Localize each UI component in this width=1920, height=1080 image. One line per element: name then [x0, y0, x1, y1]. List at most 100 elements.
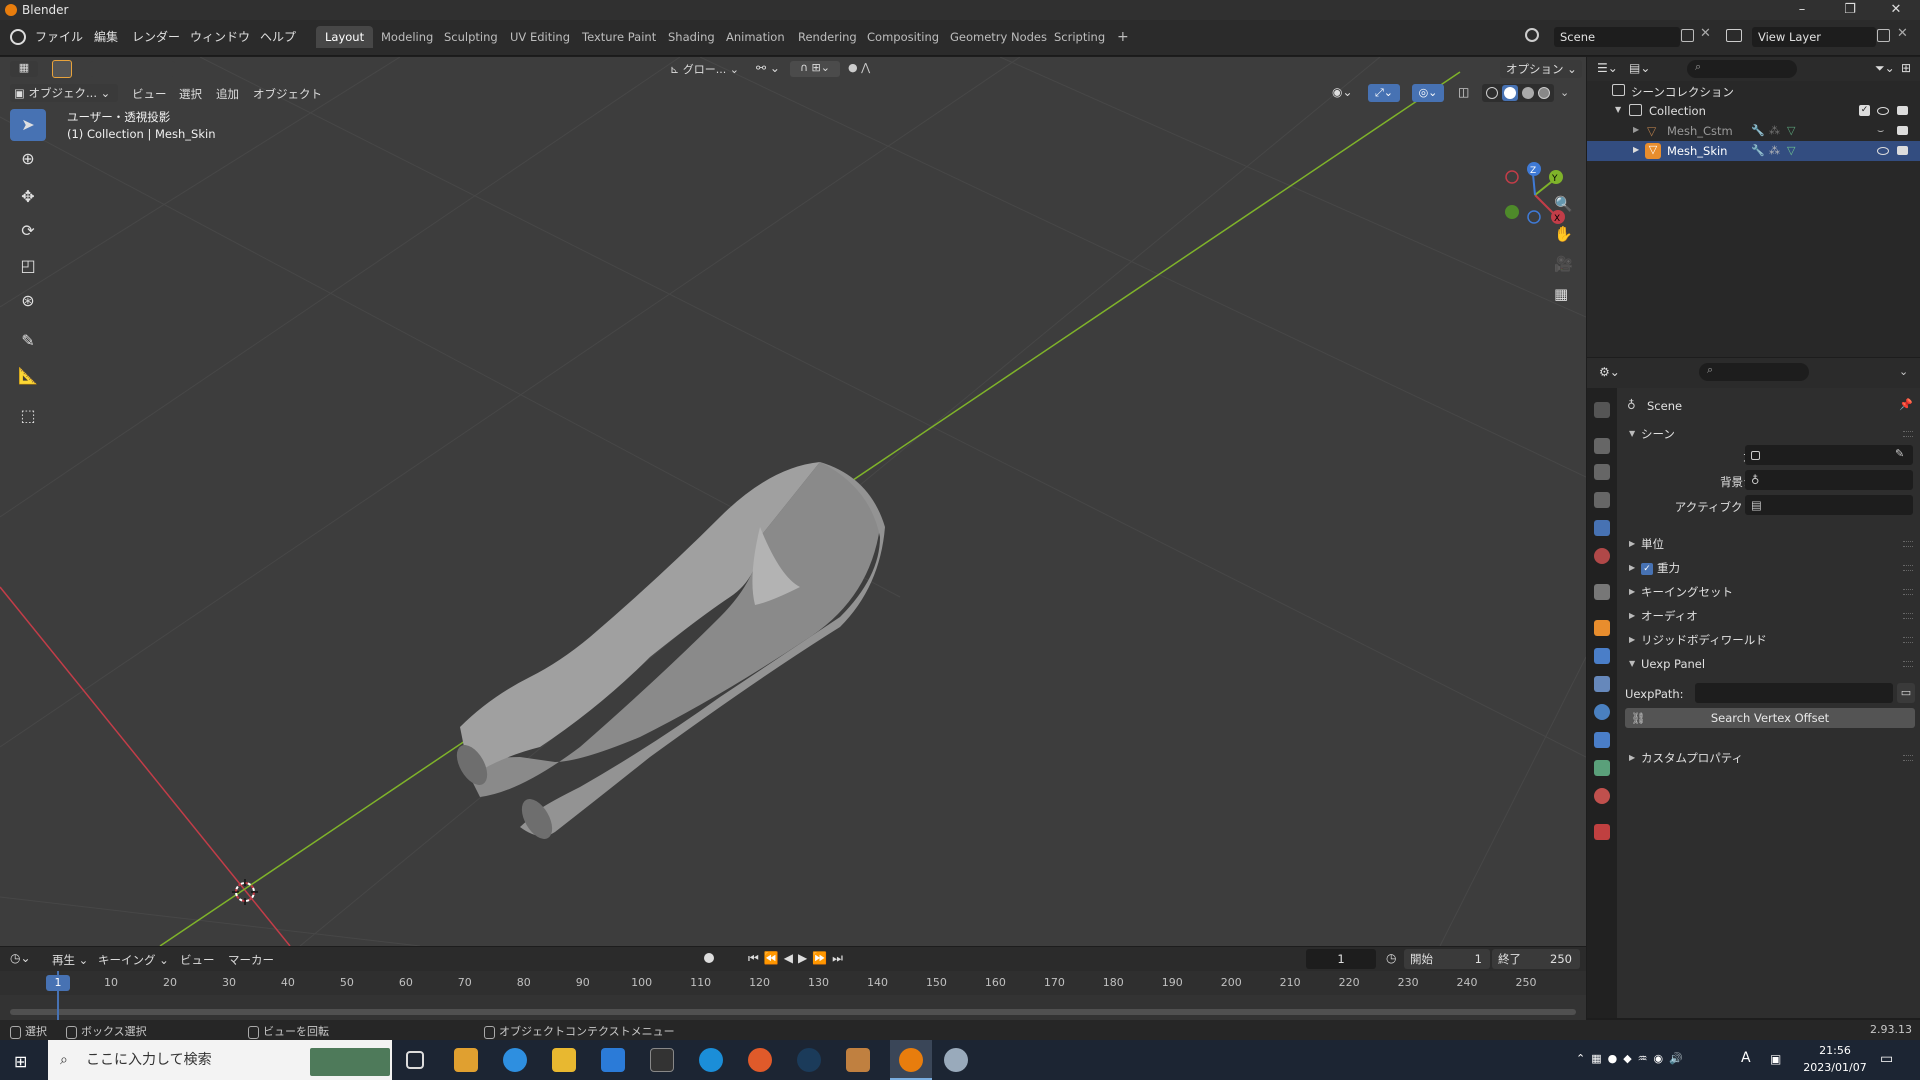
tab-geometry-nodes[interactable]: Geometry Nodes	[941, 26, 1056, 48]
render-tab-icon[interactable]	[1594, 438, 1610, 454]
paint-app-icon[interactable]	[944, 1048, 968, 1072]
texture-tab-icon[interactable]	[1594, 824, 1610, 840]
collection-tab-icon[interactable]	[1594, 584, 1610, 600]
ime-indicator[interactable]: A	[1741, 1050, 1751, 1066]
tab-uv-editing[interactable]: UV Editing	[501, 26, 579, 48]
tab-rendering[interactable]: Rendering	[789, 26, 866, 48]
tab-shading[interactable]: Shading	[659, 26, 724, 48]
origin-icon[interactable]	[748, 1048, 772, 1072]
start-frame-field[interactable]: 開始 1	[1404, 949, 1490, 969]
rendered-shading-icon[interactable]	[1538, 87, 1550, 99]
modifier-tab-icon[interactable]	[1594, 648, 1610, 664]
tab-sculpting[interactable]: Sculpting	[435, 26, 507, 48]
tab-compositing[interactable]: Compositing	[858, 26, 948, 48]
menu-file[interactable]: ファイル	[35, 28, 83, 45]
eyedropper-icon[interactable]: ✎	[1895, 447, 1904, 460]
playback-controls[interactable]: ⏮⏪◀▶⏩⏭	[748, 951, 848, 966]
zoom-icon[interactable]: 🔍	[1554, 195, 1573, 213]
mail-icon[interactable]	[601, 1048, 625, 1072]
epic-games-icon[interactable]	[650, 1048, 674, 1072]
tab-layout[interactable]: Layout	[316, 26, 374, 48]
tool-annotate[interactable]: ✎	[10, 325, 46, 357]
delete-view-layer-icon[interactable]: ✕	[1897, 26, 1908, 41]
frame-ruler[interactable]: 1102030405060708090100110120130140150160…	[0, 971, 1586, 995]
end-frame-field[interactable]: 終了 250	[1492, 949, 1580, 969]
mesh-skin-object[interactable]	[451, 462, 885, 844]
object-tab-icon[interactable]	[1594, 620, 1610, 636]
rigid-body-world-panel-header[interactable]: ▶ リジッドボディワールド	[1621, 629, 1917, 651]
menu-select[interactable]: 選択	[179, 86, 202, 102]
menu-keying[interactable]: キーイング ⌄	[98, 952, 169, 968]
visibility-icon[interactable]	[1877, 147, 1889, 155]
select-mode-icon[interactable]	[52, 60, 72, 78]
ime-pad-icon[interactable]: ▣	[1770, 1052, 1781, 1066]
view-layer-icon[interactable]	[1726, 29, 1742, 42]
visibility-icon[interactable]: ◉⌄	[1332, 85, 1353, 99]
menu-help[interactable]: ヘルプ	[260, 28, 296, 45]
tool-cursor[interactable]: ⊕	[10, 143, 46, 175]
material-shading-icon[interactable]	[1522, 87, 1534, 99]
delete-scene-icon[interactable]: ✕	[1700, 26, 1711, 41]
timeline-track-area[interactable]	[0, 995, 1586, 1020]
blender-taskbar-button[interactable]	[890, 1040, 932, 1080]
menu-edit[interactable]: 編集	[94, 28, 118, 45]
uexp-panel-header[interactable]: ▼ Uexp Panel	[1621, 653, 1917, 675]
pin-icon[interactable]: 📌	[1899, 398, 1913, 411]
new-collection-icon[interactable]: ⊞	[1901, 61, 1911, 75]
collection-visibility-icon[interactable]	[1877, 107, 1889, 115]
tool-rotate[interactable]: ⟳	[10, 215, 46, 247]
expand-icon[interactable]: ▶	[1633, 145, 1639, 154]
tool-measure[interactable]: 📐	[10, 360, 46, 392]
tool-select-box[interactable]: ➤	[10, 109, 46, 141]
material-tab-icon[interactable]	[1594, 788, 1610, 804]
outliner-item-mesh-skin[interactable]: ▶ ▽ Mesh_Skin 🔧 ⁂ ▽	[1587, 141, 1920, 161]
pivot-icon[interactable]: ⚯ ⌄	[756, 61, 780, 75]
record-icon[interactable]	[704, 953, 714, 963]
pan-hand-icon[interactable]: ✋	[1554, 225, 1573, 243]
camera-view-icon[interactable]: 🎥	[1554, 255, 1573, 273]
view-layer-tab-icon[interactable]	[1594, 492, 1610, 508]
shading-modes[interactable]	[1482, 84, 1554, 102]
gizmo-toggle-icon[interactable]: ⤢⌄	[1368, 84, 1400, 102]
new-scene-icon[interactable]	[1681, 29, 1694, 42]
filter-icon[interactable]: ⏷⌄	[1875, 61, 1895, 76]
expand-icon[interactable]: ▶	[1633, 125, 1639, 134]
outliner-search-input[interactable]: ⌕	[1687, 60, 1797, 78]
tool-tab-icon[interactable]	[1594, 402, 1610, 418]
notification-icon[interactable]: ▭	[1880, 1051, 1893, 1067]
keying-sets-panel-header[interactable]: ▶ キーイングセット	[1621, 581, 1917, 603]
menu-timeline-view[interactable]: ビュー	[180, 952, 215, 968]
media-player-icon[interactable]	[454, 1048, 478, 1072]
menu-playback[interactable]: 再生 ⌄	[52, 952, 88, 968]
menu-marker[interactable]: マーカー	[228, 952, 274, 968]
physics-tab-icon[interactable]	[1594, 704, 1610, 720]
menu-window[interactable]: ウィンドウ	[190, 28, 250, 45]
outliner-item-mesh-cstm[interactable]: ▶ ▽ Mesh_Cstm 🔧 ⁂ ▽ ⌣	[1587, 121, 1920, 141]
menu-object[interactable]: オブジェクト	[253, 86, 322, 102]
tab-animation[interactable]: Animation	[717, 26, 794, 48]
steam-icon[interactable]	[797, 1048, 821, 1072]
tool-scale[interactable]: ◰	[10, 250, 46, 282]
audio-panel-header[interactable]: ▶ オーディオ	[1621, 605, 1917, 627]
scene-icon[interactable]	[1525, 28, 1539, 42]
clock-date[interactable]: 2023/01/07	[1800, 1061, 1870, 1074]
xray-icon[interactable]: ◫	[1458, 85, 1469, 99]
snap-icon[interactable]: ∩ ⊞⌄	[790, 61, 840, 77]
timeline-editor-icon[interactable]: ◷⌄	[10, 951, 31, 965]
maximize-button[interactable]: ❐	[1828, 0, 1872, 20]
collection-checkbox[interactable]: ✓	[1859, 105, 1870, 116]
render-icon[interactable]	[1897, 126, 1908, 135]
gravity-checkbox[interactable]: ✓	[1641, 562, 1653, 575]
clock-time[interactable]: 21:56	[1800, 1044, 1870, 1057]
transform-orientation-dropdown[interactable]: ⊾ グロー... ⌄	[670, 61, 750, 77]
camera-field[interactable]	[1745, 445, 1913, 465]
selection-mode-buttons[interactable]	[90, 61, 175, 77]
ortho-grid-icon[interactable]: ▦	[1554, 285, 1568, 303]
units-panel-header[interactable]: ▶ 単位	[1621, 533, 1917, 555]
options-dropdown[interactable]: オプション ⌄	[1500, 60, 1582, 78]
3d-viewport[interactable]: X Y Z ▦ ⊾ グロー... ⌄ ⚯ ⌄ ∩ ⊞⌄ ● ⋀ オプション ⌄ …	[0, 57, 1586, 946]
menu-add[interactable]: 追加	[216, 86, 239, 102]
collection-row[interactable]: ▼ Collection ✓	[1587, 101, 1920, 121]
search-vertex-offset-button[interactable]: ⛓ Search Vertex Offset	[1625, 708, 1915, 728]
timeline-scrollbar[interactable]	[10, 1009, 1576, 1015]
